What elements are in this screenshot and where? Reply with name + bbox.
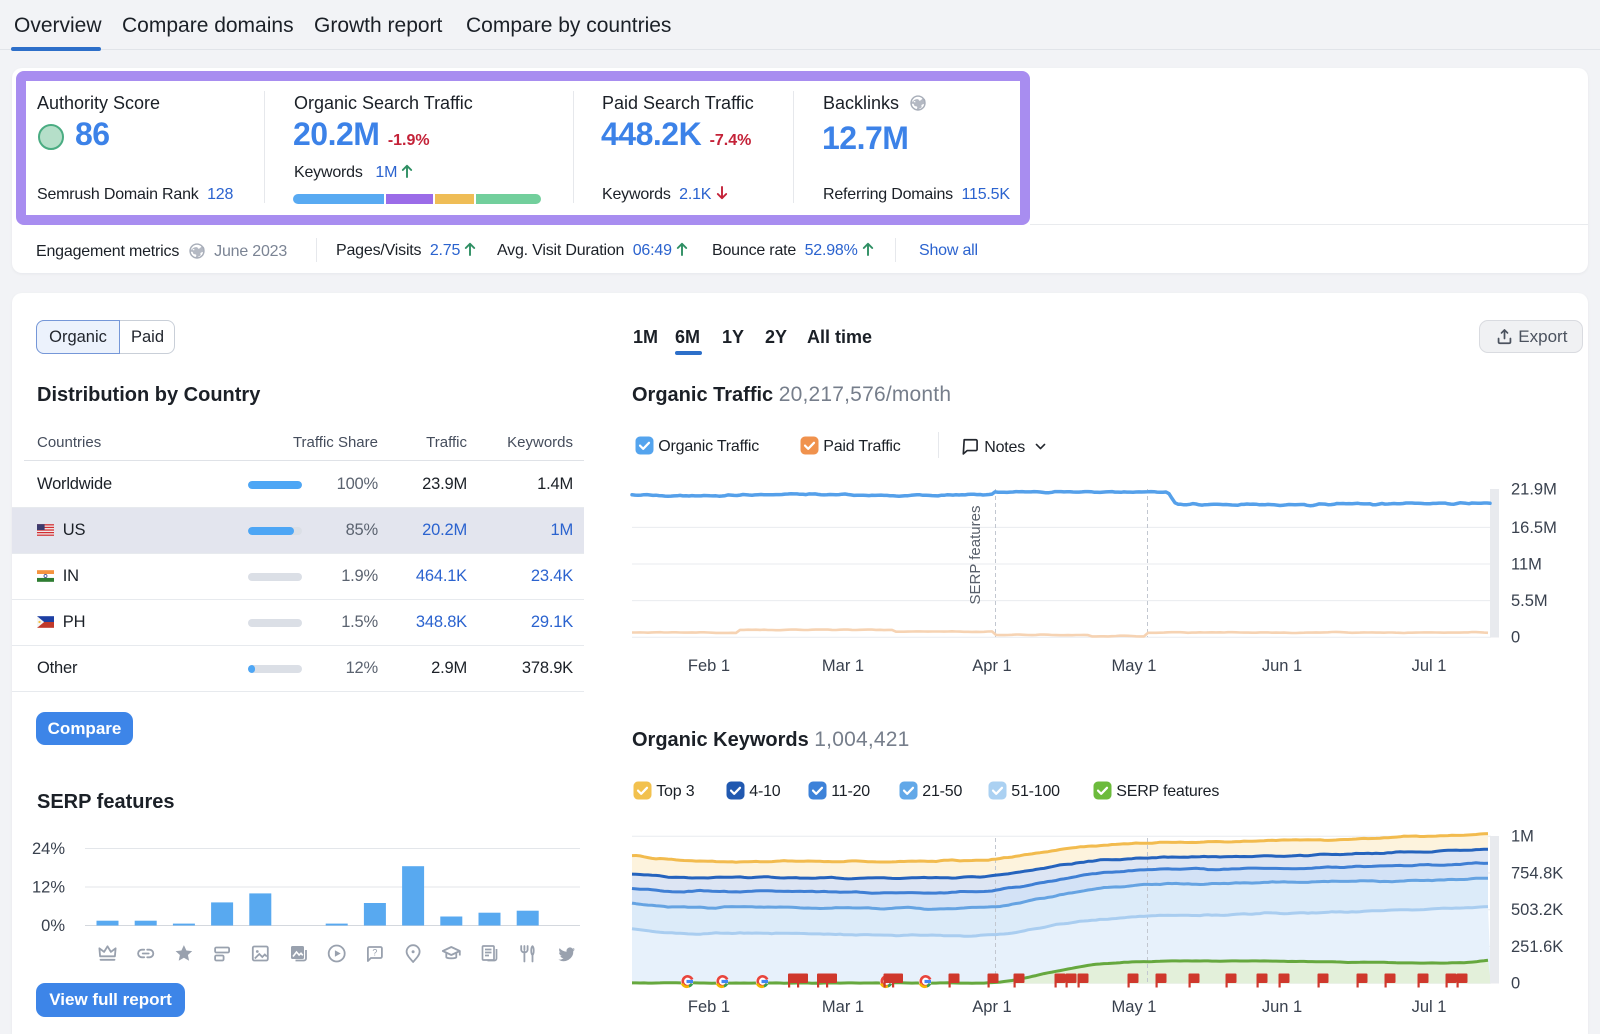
svg-text:May 1: May 1	[1112, 998, 1157, 1016]
svg-text:Jun 1: Jun 1	[1262, 998, 1302, 1016]
svg-text:Feb 1: Feb 1	[688, 998, 730, 1016]
svg-text:754.8K: 754.8K	[1511, 865, 1563, 883]
svg-text:21.9M: 21.9M	[1511, 481, 1557, 499]
svg-text:?: ?	[372, 948, 377, 958]
svg-text:1M: 1M	[1511, 828, 1534, 846]
svg-text:503.2K: 503.2K	[1511, 901, 1563, 919]
svg-text:5.5M: 5.5M	[1511, 592, 1548, 610]
svg-text:Mar 1: Mar 1	[822, 998, 864, 1016]
svg-text:Jul 1: Jul 1	[1412, 657, 1447, 675]
svg-text:11M: 11M	[1511, 556, 1542, 574]
svg-text:0%: 0%	[41, 917, 65, 935]
svg-text:Apr 1: Apr 1	[972, 657, 1011, 675]
svg-text:Jul 1: Jul 1	[1412, 998, 1447, 1016]
svg-text:0: 0	[1511, 975, 1520, 993]
svg-text:May 1: May 1	[1112, 657, 1157, 675]
svg-text:SERP features: SERP features	[967, 506, 984, 605]
svg-text:24%: 24%	[32, 840, 65, 858]
svg-text:Apr 1: Apr 1	[972, 998, 1011, 1016]
svg-text:Feb 1: Feb 1	[688, 657, 730, 675]
svg-text:16.5M: 16.5M	[1511, 519, 1557, 537]
svg-text:0: 0	[1511, 629, 1520, 647]
svg-text:Mar 1: Mar 1	[822, 657, 864, 675]
svg-text:Jun 1: Jun 1	[1262, 657, 1302, 675]
svg-text:12%: 12%	[32, 879, 65, 897]
svg-text:251.6K: 251.6K	[1511, 938, 1563, 956]
